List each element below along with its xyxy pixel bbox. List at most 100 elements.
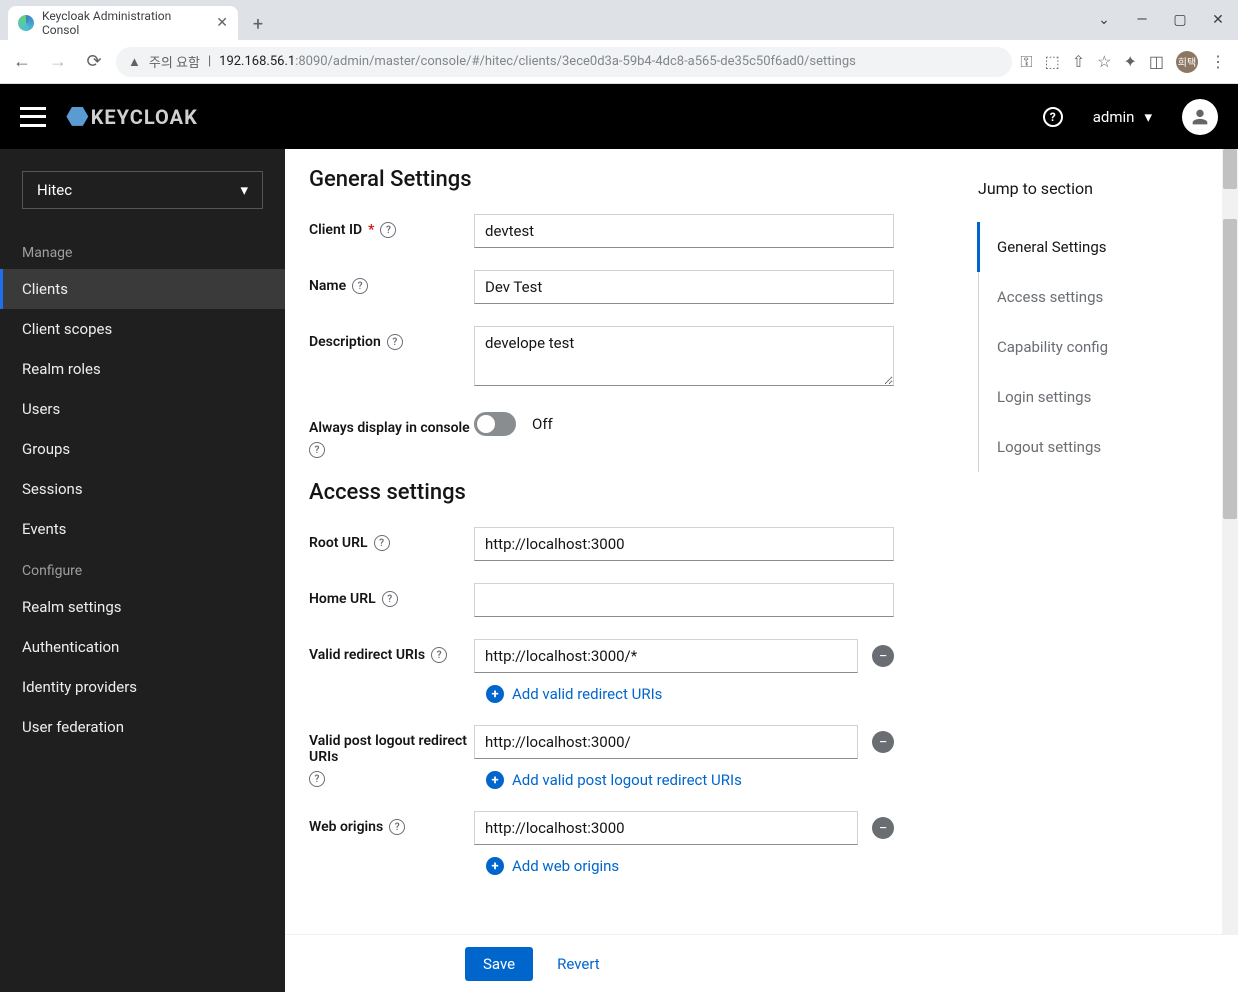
help-icon[interactable]: ? <box>374 535 390 551</box>
web-origins-input[interactable] <box>474 811 858 845</box>
valid-post-logout-label: Valid post logout redirect URIs <box>309 733 474 765</box>
add-post-logout-label: Add valid post logout redirect URIs <box>512 771 742 789</box>
caret-down-icon: ▾ <box>1144 108 1152 126</box>
sidebar-item-clients[interactable]: Clients <box>0 269 285 309</box>
scrollbar-thumb[interactable] <box>1223 149 1237 189</box>
sidebar-item-identity-providers[interactable]: Identity providers <box>0 667 285 707</box>
row-root-url: Root URL ? <box>309 527 934 561</box>
keycloak-app: ⬣ KEYCLOAK ? admin ▾ Hitec ▾ Manage Clie… <box>0 84 1238 992</box>
app-header: ⬣ KEYCLOAK ? admin ▾ <box>0 84 1238 149</box>
share-icon[interactable]: ⇧ <box>1072 52 1085 71</box>
back-button[interactable]: ← <box>8 48 36 76</box>
key-icon[interactable]: ⚿ <box>1020 52 1032 72</box>
close-window-icon[interactable]: ✕ <box>1204 6 1232 34</box>
row-valid-redirect: Valid redirect URIs ? − + Add valid redi… <box>309 639 934 703</box>
realm-name: Hitec <box>37 181 72 199</box>
valid-redirect-input[interactable] <box>474 639 858 673</box>
jump-access-settings[interactable]: Access settings <box>979 272 1218 322</box>
help-icon[interactable]: ? <box>389 819 405 835</box>
sidebar-item-authentication[interactable]: Authentication <box>0 627 285 667</box>
add-redirect-button[interactable]: + Add valid redirect URIs <box>474 685 894 703</box>
help-icon[interactable]: ? <box>1043 107 1063 127</box>
sidebar-item-users[interactable]: Users <box>0 389 285 429</box>
row-always-display: Always display in console ? Off <box>309 412 934 458</box>
reload-button[interactable]: ⟳ <box>80 48 108 76</box>
jump-title: Jump to section <box>978 179 1218 198</box>
chevron-down-icon[interactable]: ⌄ <box>1090 6 1118 34</box>
revert-button[interactable]: Revert <box>557 955 600 973</box>
browser-tab[interactable]: Keycloak Administration Consol ✕ <box>8 6 238 40</box>
remove-uri-button[interactable]: − <box>872 645 894 667</box>
tab-close-icon[interactable]: ✕ <box>216 15 228 31</box>
help-icon[interactable]: ? <box>382 591 398 607</box>
required-mark: * <box>368 222 374 238</box>
hamburger-menu-icon[interactable] <box>20 107 46 127</box>
not-secure-label: 주의 요함 <box>149 52 200 71</box>
client-id-input[interactable] <box>474 214 894 248</box>
valid-post-logout-input[interactable] <box>474 725 858 759</box>
sidebar-item-groups[interactable]: Groups <box>0 429 285 469</box>
side-panel-icon[interactable]: ◫ <box>1149 52 1164 71</box>
bookmark-icon[interactable]: ☆ <box>1097 52 1111 71</box>
jump-login-settings[interactable]: Login settings <box>979 372 1218 422</box>
root-url-label: Root URL <box>309 535 368 551</box>
sidebar-item-client-scopes[interactable]: Client scopes <box>0 309 285 349</box>
address-bar[interactable]: ▲ 주의 요함 | 192.168.56.1:8090/admin/master… <box>116 47 1012 77</box>
not-secure-icon: ▲ <box>128 54 141 70</box>
help-icon[interactable]: ? <box>431 647 447 663</box>
section-manage: Manage <box>0 231 285 269</box>
translate-icon[interactable]: ⬚ <box>1045 52 1060 71</box>
extensions-icon[interactable]: ✦ <box>1123 52 1136 71</box>
always-display-label: Always display in console <box>309 420 470 436</box>
general-settings-title: General Settings <box>309 167 934 192</box>
help-icon[interactable]: ? <box>309 771 325 787</box>
help-icon[interactable]: ? <box>352 278 368 294</box>
scrollbar-thumb[interactable] <box>1223 219 1237 519</box>
jump-capability-config[interactable]: Capability config <box>979 322 1218 372</box>
plus-circle-icon: + <box>486 771 504 789</box>
home-url-input[interactable] <box>474 583 894 617</box>
remove-uri-button[interactable]: − <box>872 731 894 753</box>
add-web-origins-button[interactable]: + Add web origins <box>474 857 894 875</box>
help-icon[interactable]: ? <box>380 222 396 238</box>
username: admin <box>1093 108 1135 126</box>
user-dropdown[interactable]: admin ▾ <box>1093 108 1152 126</box>
person-icon <box>1189 106 1211 128</box>
save-button[interactable]: Save <box>465 947 533 981</box>
maximize-icon[interactable]: ▢ <box>1166 6 1194 34</box>
logo-hexagon-icon: ⬣ <box>66 102 89 132</box>
sidebar-item-events[interactable]: Events <box>0 509 285 549</box>
name-input[interactable] <box>474 270 894 304</box>
web-origins-label: Web origins <box>309 819 383 835</box>
remove-uri-button[interactable]: − <box>872 817 894 839</box>
keycloak-logo[interactable]: ⬣ KEYCLOAK <box>66 102 198 132</box>
help-icon[interactable]: ? <box>309 442 325 458</box>
sidebar-item-realm-settings[interactable]: Realm settings <box>0 587 285 627</box>
description-input[interactable]: develope test <box>474 326 894 386</box>
row-name: Name ? <box>309 270 934 304</box>
realm-selector[interactable]: Hitec ▾ <box>22 171 263 209</box>
always-display-toggle[interactable] <box>474 412 516 436</box>
profile-avatar[interactable]: 희택 <box>1176 51 1198 73</box>
description-label: Description <box>309 334 381 350</box>
menu-icon[interactable]: ⋮ <box>1210 52 1226 71</box>
jump-to-section: Jump to section General Settings Access … <box>958 149 1238 992</box>
jump-logout-settings[interactable]: Logout settings <box>979 422 1218 472</box>
user-avatar[interactable] <box>1182 99 1218 135</box>
new-tab-button[interactable]: + <box>244 10 272 38</box>
sidebar-item-user-federation[interactable]: User federation <box>0 707 285 747</box>
add-post-logout-button[interactable]: + Add valid post logout redirect URIs <box>474 771 894 789</box>
minimize-icon[interactable]: — <box>1128 6 1156 34</box>
toggle-state-label: Off <box>532 415 553 433</box>
sidebar-item-sessions[interactable]: Sessions <box>0 469 285 509</box>
tab-title: Keycloak Administration Consol <box>42 9 208 37</box>
sidebar-item-realm-roles[interactable]: Realm roles <box>0 349 285 389</box>
row-valid-post-logout: Valid post logout redirect URIs ? − + Ad… <box>309 725 934 789</box>
name-label: Name <box>309 278 346 294</box>
scrollbar[interactable] <box>1222 149 1238 992</box>
plus-circle-icon: + <box>486 685 504 703</box>
jump-general-settings[interactable]: General Settings <box>977 222 1218 272</box>
forward-button[interactable]: → <box>44 48 72 76</box>
help-icon[interactable]: ? <box>387 334 403 350</box>
root-url-input[interactable] <box>474 527 894 561</box>
